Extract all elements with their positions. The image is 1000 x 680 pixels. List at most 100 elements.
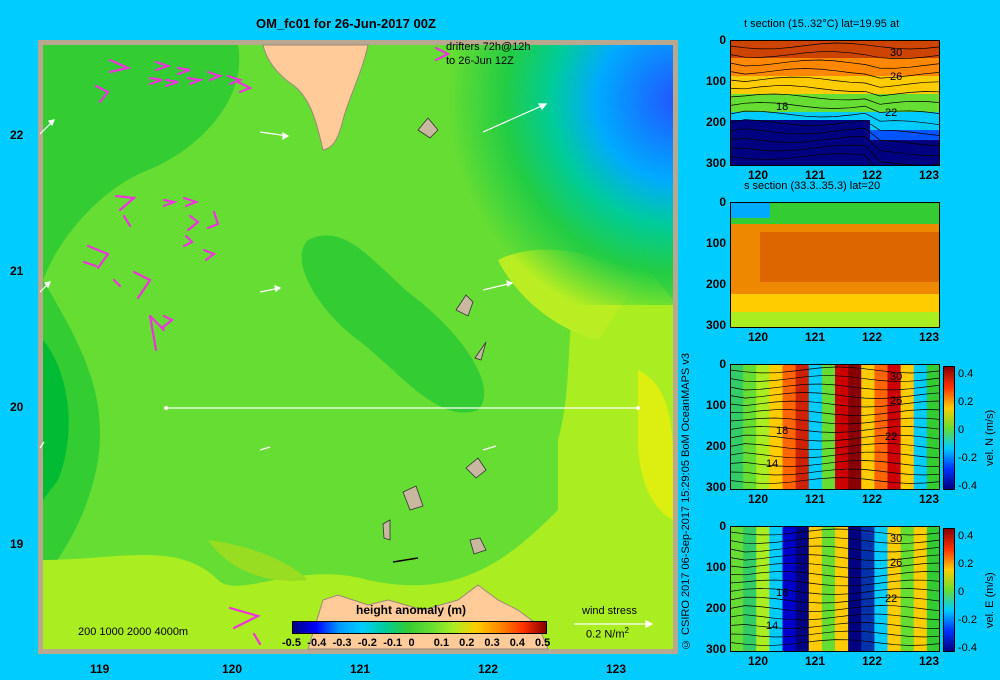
panel-plot: 30 26 22 18 bbox=[730, 40, 940, 166]
panel-plot bbox=[730, 202, 940, 328]
panel-y-tick: 100 bbox=[705, 236, 726, 250]
map-title: OM_fc01 for 26-Jun-2017 00Z bbox=[256, 16, 436, 31]
colorbar-label: vel. E (m/s) bbox=[984, 572, 996, 628]
panel-y-tick: 300 bbox=[705, 480, 726, 494]
panel-y-tick: 300 bbox=[705, 642, 726, 656]
velocity-column bbox=[861, 526, 876, 652]
x-tick: 121 bbox=[350, 662, 371, 676]
temp-band bbox=[730, 76, 940, 94]
colorbar-tick: 0.4 bbox=[509, 637, 525, 649]
colorbar-tick: -0.4 bbox=[307, 637, 327, 649]
cyclonic-eddy bbox=[418, 45, 673, 305]
salinity-band bbox=[760, 232, 940, 282]
colorbar-tick: 0.2 bbox=[958, 558, 974, 570]
y-tick: 21 bbox=[10, 264, 24, 278]
velocity-column bbox=[926, 364, 940, 490]
contour-label: 18 bbox=[776, 587, 788, 599]
contour-label: 26 bbox=[890, 395, 902, 407]
colorbar-tick: 0.4 bbox=[958, 368, 974, 380]
colorbar-tick: -0.2 bbox=[958, 452, 977, 464]
panel-x-tick: 122 bbox=[862, 654, 883, 668]
y-tick: 20 bbox=[10, 400, 24, 414]
velocity-column bbox=[795, 526, 810, 652]
section-line-end bbox=[636, 406, 640, 410]
salinity-band bbox=[730, 202, 770, 218]
panel-x-tick: 123 bbox=[919, 330, 940, 344]
panel-plot: 30 26 22 18 14 bbox=[730, 526, 940, 652]
contour-label: 22 bbox=[885, 107, 897, 119]
y-tick: 19 bbox=[10, 537, 24, 551]
colorbar-tick: -0.4 bbox=[958, 480, 977, 492]
colorbar-tick: -0.4 bbox=[958, 642, 977, 654]
wind-stress-unit: 0.2 N/m2 bbox=[586, 626, 629, 641]
panel-y-tick: 100 bbox=[705, 398, 726, 412]
panel-y-tick: 0 bbox=[719, 357, 726, 371]
panel-plot: 30 26 22 18 14 bbox=[730, 364, 940, 490]
panel-x-tick: 123 bbox=[919, 168, 940, 182]
drifters-label: to 26-Jun 12Z bbox=[446, 55, 514, 67]
velocity-column bbox=[848, 364, 863, 490]
velocity-column bbox=[926, 526, 940, 652]
velocity-column bbox=[730, 526, 745, 652]
contour-label: 14 bbox=[766, 458, 778, 470]
contour-label: 18 bbox=[776, 425, 788, 437]
contour-label: 22 bbox=[885, 593, 897, 605]
salinity-band bbox=[730, 312, 940, 328]
colorbar-tick: 0 bbox=[408, 637, 415, 649]
height-anomaly-colorbar bbox=[292, 621, 547, 634]
panel-y-tick: 200 bbox=[705, 601, 726, 615]
velocity-column bbox=[861, 364, 876, 490]
velocity-colorbar bbox=[943, 366, 955, 490]
x-tick: 122 bbox=[478, 662, 499, 676]
panel-x-tick: 121 bbox=[805, 654, 826, 668]
colorbar-title: height anomaly (m) bbox=[356, 603, 467, 617]
panel-x-tick: 122 bbox=[862, 330, 883, 344]
contour-label: 26 bbox=[890, 557, 902, 569]
velocity-column bbox=[835, 526, 850, 652]
contour-label: 22 bbox=[885, 431, 897, 443]
colorbar-tick: 0.3 bbox=[484, 637, 500, 649]
colorbar-ticks: -0.5 -0.4 -0.3 -0.2 -0.1 0 0.1 0.2 0.3 0.4 0.5 bbox=[280, 637, 560, 651]
depth-legend: 200 1000 2000 4000m bbox=[78, 626, 189, 638]
panel-x-tick: 123 bbox=[919, 654, 940, 668]
colorbar-tick: -0.2 bbox=[357, 637, 377, 649]
section-line-end bbox=[164, 406, 168, 410]
velocity-colorbar bbox=[943, 528, 955, 652]
contour-label: 18 bbox=[776, 101, 788, 113]
velocity-column bbox=[835, 364, 850, 490]
colorbar-tick: 0 bbox=[958, 586, 965, 598]
velocity-column bbox=[795, 364, 810, 490]
contour-label: 26 bbox=[890, 71, 902, 83]
panel-x-tick: 121 bbox=[805, 330, 826, 344]
panel-x-tick: 121 bbox=[805, 492, 826, 506]
contour-label: 30 bbox=[890, 47, 902, 59]
y-tick: 22 bbox=[10, 128, 24, 142]
panel-y-tick: 0 bbox=[719, 519, 726, 533]
colorbar-tick: 0.4 bbox=[958, 530, 974, 542]
panel-y-tick: 100 bbox=[705, 74, 726, 88]
colorbar-tick: 0.1 bbox=[433, 637, 450, 649]
panel-x-tick: 120 bbox=[748, 492, 769, 506]
colorbar-tick: -0.1 bbox=[383, 637, 403, 649]
temp-band bbox=[730, 120, 870, 166]
panel-title: t section (15..32°C) lat=19.95 at bbox=[744, 18, 900, 30]
colorbar-label: vel. N (m/s) bbox=[984, 409, 996, 466]
contour-label: 14 bbox=[766, 620, 778, 632]
credit-text: © CSIRO 2017 06-Sep-2017 15:29:05 BoM Oc… bbox=[680, 353, 692, 650]
velocity-column bbox=[848, 526, 863, 652]
panel-y-tick: 300 bbox=[705, 318, 726, 332]
island bbox=[382, 519, 391, 541]
panel-x-tick: 120 bbox=[748, 654, 769, 668]
contour-label: 30 bbox=[890, 371, 902, 383]
colorbar-tick: -0.2 bbox=[958, 614, 977, 626]
x-tick: 120 bbox=[222, 662, 243, 676]
colorbar-tick: -0.5 bbox=[282, 637, 301, 649]
contour-label: 30 bbox=[890, 533, 902, 545]
colorbar-tick: 0.2 bbox=[459, 637, 475, 649]
x-tick: 119 bbox=[90, 662, 110, 676]
wind-stress-label: wind stress bbox=[582, 605, 638, 617]
panel-x-tick: 120 bbox=[748, 330, 769, 344]
panel-y-tick: 300 bbox=[705, 156, 726, 170]
panel-y-tick: 200 bbox=[705, 439, 726, 453]
panel-y-tick: 0 bbox=[719, 195, 726, 209]
